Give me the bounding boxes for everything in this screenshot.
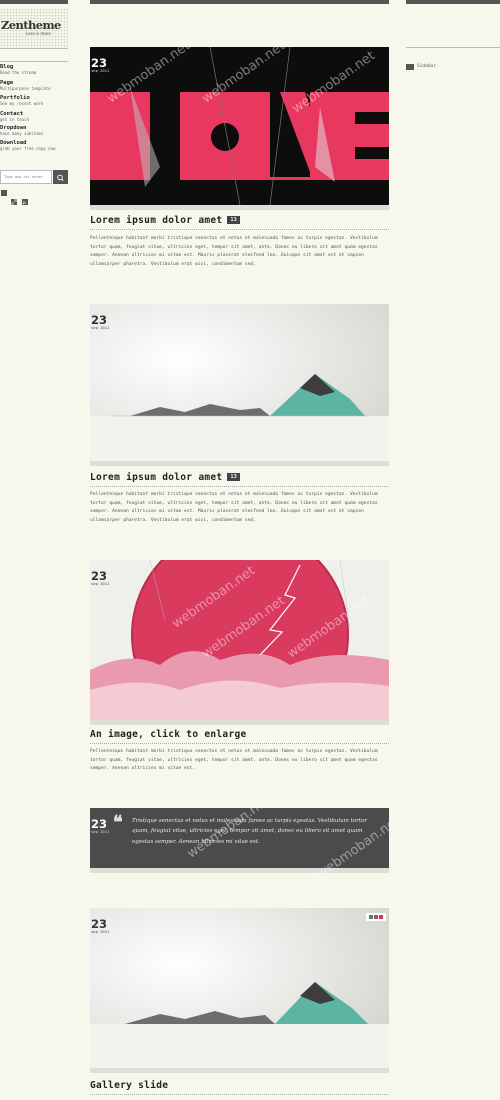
gallery-slide-artwork [90, 908, 389, 1068]
love-artwork [90, 47, 389, 205]
sidebar-widget-icon [406, 64, 414, 70]
sidebar-widget-label: Sidebar [417, 64, 436, 69]
right-sidebar-divider [406, 47, 500, 48]
title-divider [90, 743, 389, 744]
post-title[interactable]: Lorem ipsum dolor amet 13 [90, 215, 241, 226]
post-title-text[interactable]: Lorem ipsum dolor amet [90, 215, 222, 226]
comment-count-badge[interactable]: 13 [227, 472, 241, 481]
post-date-month: sep 2011 [91, 929, 110, 934]
search-button[interactable] [53, 170, 68, 184]
nav-divider [0, 48, 68, 49]
post-date: 23 sep 2011 [91, 818, 111, 834]
post-date: 23 sep 2011 [91, 314, 111, 330]
image-shadow [90, 868, 389, 873]
post-excerpt: Pellentesque habitant morbi tristique se… [90, 749, 378, 772]
nav-item-blog[interactable]: Blog Read the stream [0, 64, 68, 75]
post-title[interactable]: Lorem ipsum dolor amet 13 [90, 472, 241, 483]
top-bar-right [406, 0, 500, 4]
title-divider [90, 229, 389, 230]
comment-count-badge[interactable]: 13 [227, 215, 241, 224]
nav-item-contact[interactable]: Contact get in touch [0, 111, 68, 122]
post-date-month: sep 2011 [91, 829, 110, 834]
red-sun-artwork [90, 560, 389, 720]
quote-text: Tristique senectus et netus et malesuada… [132, 818, 367, 845]
search-icon [57, 174, 64, 182]
facebook-icon[interactable] [1, 190, 7, 196]
post-excerpt: Pellentesque habitant morbi tristique se… [90, 236, 378, 267]
nav-item-subtitle: Multipurpose template [0, 86, 51, 91]
nav-item-portfolio[interactable]: Portfolio See my recent work [0, 95, 68, 106]
post-date-month: sep 2011 [91, 581, 110, 586]
image-shadow [90, 720, 389, 725]
gallery-dot[interactable] [369, 915, 373, 919]
gallery-pagination[interactable] [366, 913, 386, 921]
nav-item-subtitle: get in touch [0, 117, 29, 122]
nav-item-subtitle: Read the stream [0, 70, 37, 75]
post-title[interactable]: Gallery slide [90, 1080, 168, 1091]
mountain-artwork [90, 304, 389, 461]
site-logo[interactable]: Zentheme [1, 18, 61, 32]
nav-item-page[interactable]: Page Multipurpose template [0, 80, 68, 91]
post-title[interactable]: An image, click to enlarge [90, 729, 247, 740]
title-divider [90, 1094, 389, 1095]
search-input[interactable]: Type and hit enter [0, 170, 52, 184]
post-date: 23 sep 2011 [91, 57, 111, 73]
post-date: 23 sep 2011 [91, 570, 111, 586]
post-image-gallery[interactable] [90, 908, 389, 1068]
nav-item-subtitle: have many subitems [0, 131, 44, 136]
post-date-month: sep 2011 [91, 68, 110, 73]
nav-item-download[interactable]: Download grab your free copy now [0, 140, 68, 151]
post-image-mountain[interactable] [90, 304, 389, 461]
post-image-red-sun[interactable] [90, 560, 389, 720]
image-shadow [90, 205, 389, 210]
post-title-text[interactable]: Lorem ipsum dolor amet [90, 472, 222, 483]
quote-icon: ❝ [113, 812, 123, 833]
rss-icon[interactable] [22, 190, 28, 205]
post-date-month: sep 2011 [91, 325, 110, 330]
nav-item-dropdown[interactable]: Dropdown have many subitems [0, 125, 68, 136]
post-image-love[interactable] [90, 47, 389, 205]
nav-item-subtitle: grab your free copy now [0, 146, 56, 151]
nav-item-subtitle: See my recent work [0, 101, 44, 106]
post-date: 23 sep 2011 [91, 918, 111, 934]
nav-divider [0, 61, 68, 62]
gallery-dot[interactable] [374, 915, 378, 919]
image-shadow [90, 1068, 389, 1073]
top-bar-left [0, 0, 68, 4]
delicious-icon[interactable] [11, 190, 17, 205]
image-shadow [90, 461, 389, 466]
title-divider [90, 486, 389, 487]
gallery-dot[interactable] [379, 915, 383, 919]
site-tagline: Less is more [26, 31, 51, 36]
post-excerpt: Pellentesque habitant morbi tristique se… [90, 492, 378, 523]
top-bar-main [90, 0, 389, 4]
